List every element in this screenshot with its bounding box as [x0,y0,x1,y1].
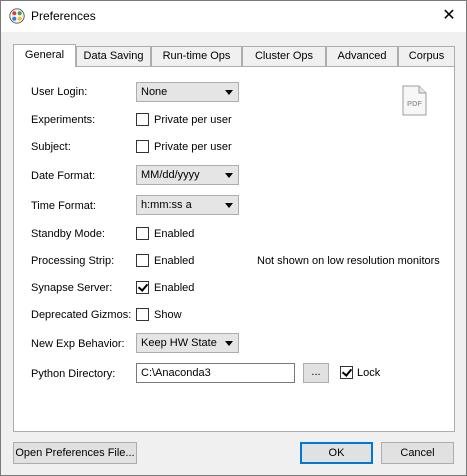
time-format-value: h:mm:ss a [141,199,192,211]
tab-data-saving[interactable]: Data Saving [76,46,151,66]
tab-general[interactable]: General [13,44,76,67]
experiments-checkbox-label[interactable]: Private per user [154,114,232,126]
chevron-down-icon [225,341,233,346]
experiments-checkbox[interactable] [136,113,149,126]
chevron-down-icon [225,90,233,95]
python-directory-input[interactable]: C:\Anaconda3 [136,363,295,383]
date-format-label: Date Format: [31,170,96,182]
browse-button[interactable]: ... [303,363,329,383]
synapse-server-label: Synapse Server: [31,282,113,294]
date-format-select[interactable]: MM/dd/yyyy [136,165,239,185]
new-exp-behavior-label: New Exp Behavior: [31,338,125,350]
user-login-select[interactable]: None [136,82,239,102]
title-bar: Preferences ✕ [1,1,466,32]
tab-run-time-ops[interactable]: Run-time Ops [151,46,242,66]
tab-corpus[interactable]: Corpus [398,46,455,66]
time-format-select[interactable]: h:mm:ss a [136,195,239,215]
ok-button[interactable]: OK [300,442,373,464]
new-exp-behavior-value: Keep HW State [141,337,217,349]
python-directory-value: C:\Anaconda3 [141,367,211,379]
deprecated-gizmos-checkbox-label[interactable]: Show [154,309,182,321]
close-icon[interactable]: ✕ [438,6,460,26]
tab-bar: General Data Saving Run-time Ops Cluster… [13,44,455,67]
lock-checkbox[interactable] [340,366,353,379]
date-format-value: MM/dd/yyyy [141,169,200,181]
chevron-down-icon [225,203,233,208]
processing-strip-note: Not shown on low resolution monitors [257,255,440,267]
tab-cluster-ops[interactable]: Cluster Ops [242,46,326,66]
new-exp-behavior-select[interactable]: Keep HW State [136,333,239,353]
cancel-button[interactable]: Cancel [381,442,454,464]
general-panel: PDF User Login: None Experiments: Privat… [13,66,455,432]
synapse-server-checkbox[interactable] [136,281,149,294]
processing-strip-label: Processing Strip: [31,255,115,267]
open-preferences-file-button[interactable]: Open Preferences File... [13,442,137,464]
time-format-label: Time Format: [31,200,96,212]
experiments-label: Experiments: [31,114,96,126]
user-login-label: User Login: [31,86,88,98]
deprecated-gizmos-label: Deprecated Gizmos: [31,309,132,321]
tab-advanced[interactable]: Advanced [326,46,398,66]
standby-mode-label: Standby Mode: [31,228,105,240]
python-directory-label: Python Directory: [31,368,116,380]
synapse-server-checkbox-label[interactable]: Enabled [154,282,194,294]
lock-checkbox-label[interactable]: Lock [357,367,380,379]
subject-checkbox[interactable] [136,140,149,153]
standby-mode-checkbox-label[interactable]: Enabled [154,228,194,240]
processing-strip-checkbox[interactable] [136,254,149,267]
preferences-dialog: Preferences ✕ General Data Saving Run-ti… [0,0,467,476]
user-login-value: None [141,86,168,98]
pdf-icon-label: PDF [407,99,422,108]
window-title: Preferences [31,9,96,23]
subject-checkbox-label[interactable]: Private per user [154,141,232,153]
app-icon [9,8,25,24]
chevron-down-icon [225,173,233,178]
subject-label: Subject: [31,141,71,153]
pdf-icon[interactable]: PDF [402,85,427,116]
standby-mode-checkbox[interactable] [136,227,149,240]
deprecated-gizmos-checkbox[interactable] [136,308,149,321]
processing-strip-checkbox-label[interactable]: Enabled [154,255,194,267]
